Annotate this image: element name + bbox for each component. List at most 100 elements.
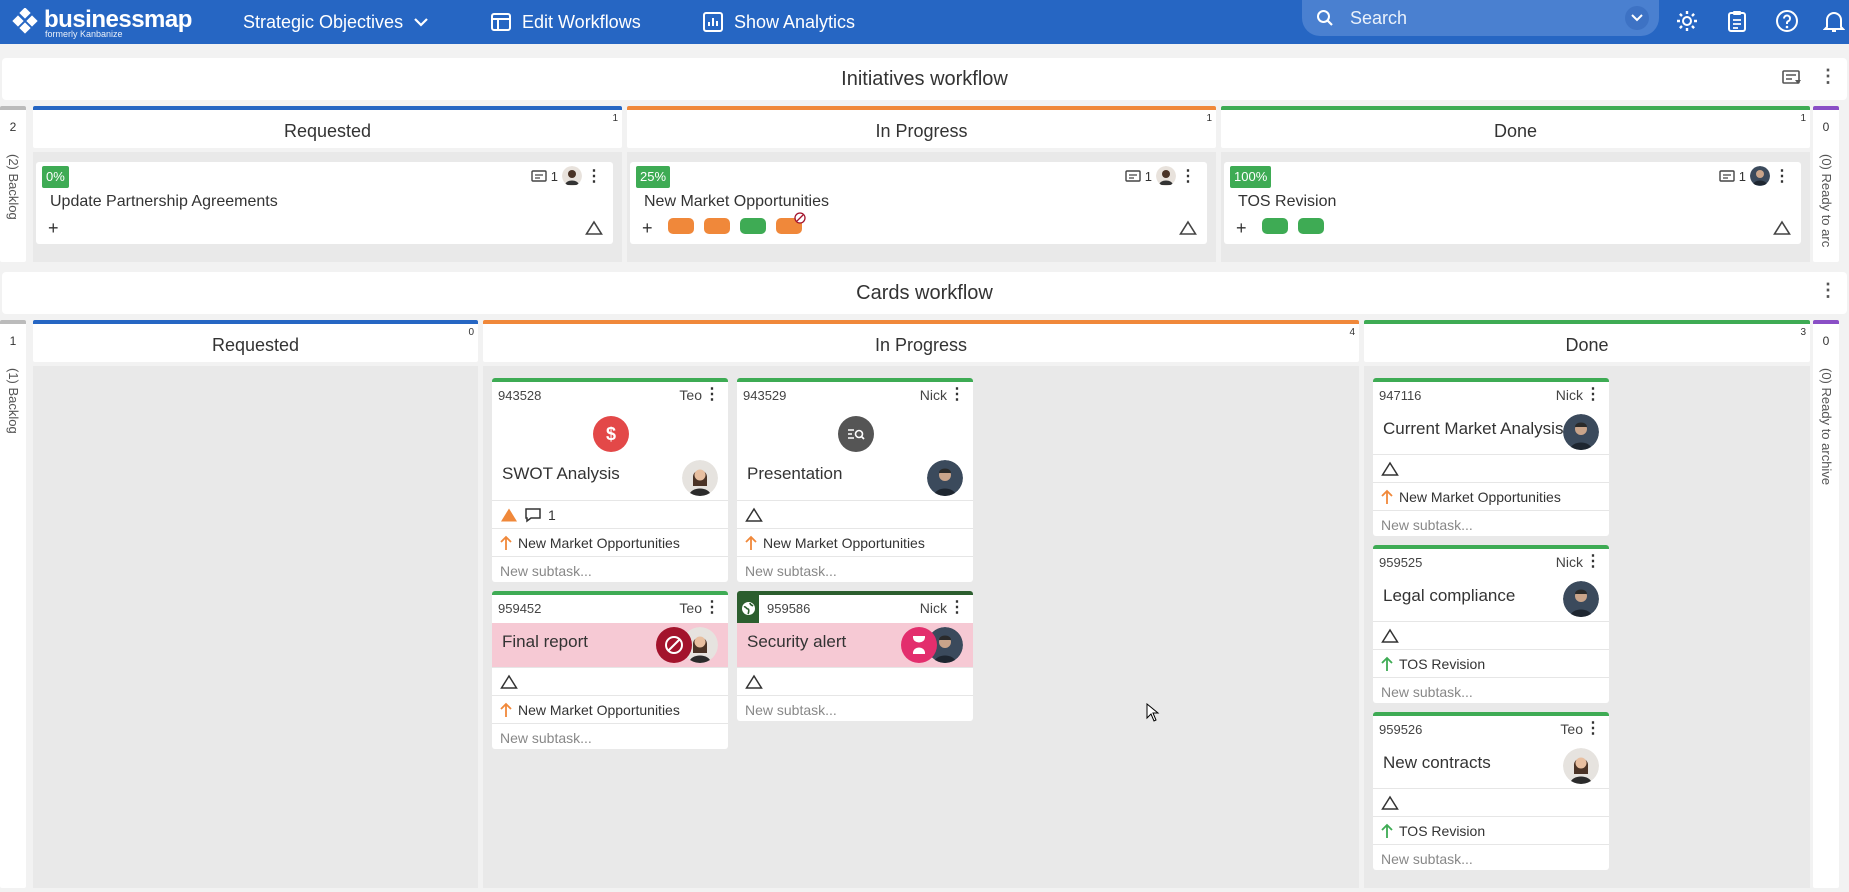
add-card-button[interactable]: + [48, 218, 59, 239]
card[interactable]: 959452 Teo ⋮ Final report New Market Opp… [492, 591, 728, 749]
initiative-card[interactable]: 25% 1 ⋮ New Market Opportunities + [630, 162, 1207, 244]
comment-icon[interactable] [524, 507, 542, 523]
backlog-count: 1 [9, 334, 17, 348]
card[interactable]: 947116 Nick ⋮ Current Market Analysis Ne… [1373, 378, 1609, 536]
column-title: In Progress [874, 335, 968, 355]
ready-to-archive-side-column[interactable]: 0 (0) Ready to arc [1813, 106, 1839, 262]
card[interactable]: 943528 Teo ⋮ $ SWOT Analysis 1 New Marke… [492, 378, 728, 582]
warning-icon[interactable] [1179, 220, 1197, 236]
card-menu-button[interactable]: ⋮ [949, 384, 965, 404]
card-owner: Teo [679, 387, 702, 403]
settings-button[interactable] [1672, 6, 1702, 36]
strategic-objectives-menu[interactable]: Strategic Objectives [243, 0, 429, 44]
new-subtask-input[interactable]: New subtask... [492, 556, 728, 584]
clipboard-button[interactable] [1722, 6, 1752, 36]
new-subtask-input[interactable]: New subtask... [1373, 844, 1609, 872]
card-indicators [492, 667, 728, 695]
card[interactable]: 959586 Nick ⋮ Security alert New subtask… [737, 591, 973, 721]
linked-card-pill[interactable] [1262, 218, 1288, 234]
new-subtask-input[interactable]: New subtask... [492, 723, 728, 751]
card-menu-button[interactable]: ⋮ [1774, 166, 1790, 186]
avatar[interactable] [682, 460, 718, 496]
show-analytics-button[interactable]: Show Analytics [702, 0, 855, 44]
new-subtask-input[interactable]: New subtask... [737, 695, 973, 723]
new-subtask-input[interactable]: New subtask... [1373, 677, 1609, 705]
help-button[interactable] [1772, 6, 1802, 36]
column-header-in-progress[interactable]: In Progress 4 [483, 320, 1359, 362]
linked-card-pill[interactable] [704, 218, 730, 234]
avatar[interactable] [1156, 166, 1176, 186]
linked-card-pill[interactable] [668, 218, 694, 234]
backlog-side-column[interactable]: 1 (1) Backlog [0, 320, 26, 888]
mouse-cursor-icon [1146, 703, 1160, 722]
warning-icon[interactable] [500, 674, 518, 690]
warning-filled-icon[interactable] [500, 507, 518, 523]
linked-card-pill[interactable] [1298, 218, 1324, 234]
workflow-menu-button[interactable]: ⋮ [1819, 280, 1837, 301]
warning-icon[interactable] [1381, 795, 1399, 811]
arrow-up-icon [1381, 489, 1393, 504]
warning-icon[interactable] [745, 507, 763, 523]
avatar[interactable] [1563, 748, 1599, 784]
avatar[interactable] [927, 460, 963, 496]
parent-title: New Market Opportunities [763, 534, 925, 551]
hourglass-icon[interactable] [901, 627, 937, 663]
card-menu-button[interactable]: ⋮ [1585, 384, 1601, 404]
parent-link[interactable]: TOS Revision [1373, 816, 1609, 844]
notifications-button[interactable] [1819, 6, 1849, 36]
card-menu-button[interactable]: ⋮ [704, 597, 720, 617]
card[interactable]: 943529 Nick ⋮ Presentation New Market Op… [737, 378, 973, 582]
backlog-side-column[interactable]: 2 (2) Backlog [0, 106, 26, 262]
column-header-done[interactable]: Done 3 [1364, 320, 1810, 362]
card-menu-button[interactable]: ⋮ [586, 166, 602, 186]
card-indicators [737, 667, 973, 695]
search-input[interactable]: Search [1302, 0, 1659, 36]
card-id: 943528 [498, 388, 542, 403]
warning-icon[interactable] [1381, 461, 1399, 477]
new-subtask-input[interactable]: New subtask... [737, 556, 973, 584]
column-header-done[interactable]: Done 1 [1221, 106, 1810, 148]
card-menu-button[interactable]: ⋮ [1585, 718, 1601, 738]
warning-icon[interactable] [585, 220, 603, 236]
businessmap-logo[interactable]: businessmap formerly Kanbanize [12, 4, 192, 40]
avatar[interactable] [1750, 166, 1770, 186]
linked-card-pill[interactable] [740, 218, 766, 234]
initiative-card[interactable]: 0% 1 ⋮ Update Partnership Agreements + [36, 162, 613, 244]
search-dropdown-button[interactable] [1625, 6, 1649, 30]
add-card-button[interactable]: + [642, 218, 653, 239]
parent-link[interactable]: New Market Opportunities [492, 695, 728, 723]
card-menu-button[interactable]: ⋮ [704, 384, 720, 404]
card-owner: Nick [919, 600, 947, 616]
column-header-requested[interactable]: Requested 1 [33, 106, 622, 148]
archive-count: 0 [1822, 334, 1830, 348]
card-menu-button[interactable]: ⋮ [1585, 551, 1601, 571]
new-subtask-input[interactable]: New subtask... [1373, 510, 1609, 538]
card-menu-button[interactable]: ⋮ [949, 597, 965, 617]
avatar[interactable] [562, 166, 582, 186]
card-owner: Teo [679, 600, 702, 616]
warning-icon[interactable] [745, 674, 763, 690]
column-header-in-progress[interactable]: In Progress 1 [627, 106, 1216, 148]
filter-icon[interactable] [1781, 68, 1803, 88]
card[interactable]: 959526 Teo ⋮ New contracts TOS Revision … [1373, 712, 1609, 870]
edit-workflows-button[interactable]: Edit Workflows [490, 0, 641, 44]
parent-link[interactable]: TOS Revision [1373, 649, 1609, 677]
workflow-title: Initiatives workflow [841, 68, 1008, 90]
parent-link[interactable]: New Market Opportunities [492, 528, 728, 556]
workflow-menu-button[interactable]: ⋮ [1819, 66, 1837, 87]
ready-to-archive-side-column[interactable]: 0 (0) Ready to archive [1813, 320, 1839, 888]
avatar[interactable] [1563, 414, 1599, 450]
warning-icon[interactable] [1381, 628, 1399, 644]
parent-link[interactable]: New Market Opportunities [737, 528, 973, 556]
card-menu-button[interactable]: ⋮ [1180, 166, 1196, 186]
parent-link[interactable]: New Market Opportunities [1373, 482, 1609, 510]
add-card-button[interactable]: + [1236, 218, 1247, 239]
column-title: Done [1565, 335, 1609, 355]
backlog-count: 2 [9, 120, 17, 134]
warning-icon[interactable] [1773, 220, 1791, 236]
column-header-requested[interactable]: Requested 0 [33, 320, 478, 362]
card[interactable]: 959525 Nick ⋮ Legal compliance TOS Revis… [1373, 545, 1609, 703]
initiative-card[interactable]: 100% 1 ⋮ TOS Revision + [1224, 162, 1801, 244]
avatar[interactable] [1563, 581, 1599, 617]
blocked-icon[interactable] [656, 627, 692, 663]
